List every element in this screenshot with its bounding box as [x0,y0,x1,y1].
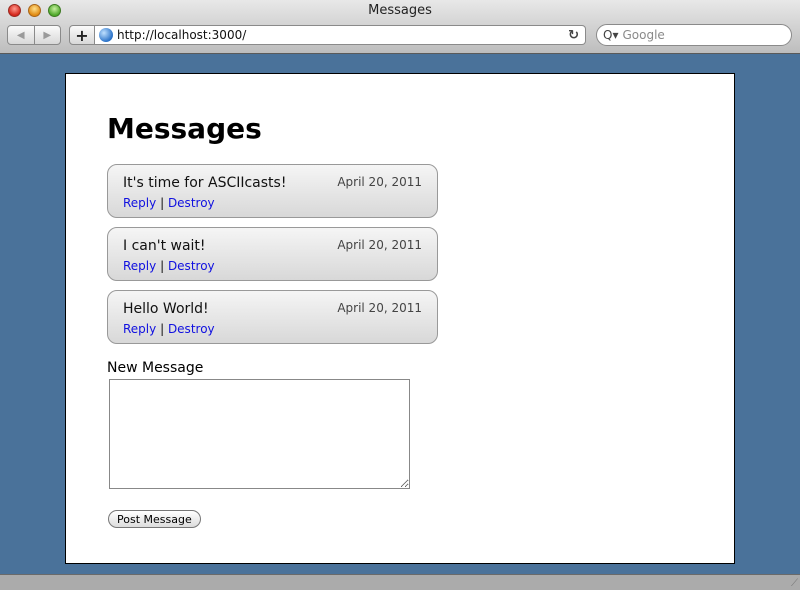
message-item: Hello World! April 20, 2011 Reply | Dest… [107,290,438,344]
back-button[interactable]: ◀ [8,26,35,44]
reload-icon[interactable]: ↻ [568,28,579,43]
message-actions: Reply | Destroy [123,259,215,273]
message-content: It's time for ASCIIcasts! [123,175,287,191]
add-bookmark-button[interactable]: + [69,25,95,45]
reply-link[interactable]: Reply [123,196,156,210]
search-field[interactable]: Q▾ Google [596,24,792,46]
page-content: Messages It's time for ASCIIcasts! April… [65,73,735,564]
new-message-textarea[interactable] [109,379,410,489]
destroy-link[interactable]: Destroy [168,322,215,336]
window-title: Messages [368,3,432,18]
browser-titlebar: Messages ◀ ▶ + http://localhost:3000/ ↻ … [0,0,800,54]
reply-link[interactable]: Reply [123,259,156,273]
new-message-label: New Message [107,360,204,376]
message-date: April 20, 2011 [337,301,422,315]
url-input[interactable]: http://localhost:3000/ [117,28,568,42]
address-bar[interactable]: http://localhost:3000/ ↻ [95,25,586,45]
message-date: April 20, 2011 [337,238,422,252]
nav-buttons: ◀ ▶ [7,25,61,45]
message-item: It's time for ASCIIcasts! April 20, 2011… [107,164,438,218]
separator: | [160,322,165,336]
separator: | [160,259,165,273]
destroy-link[interactable]: Destroy [168,259,215,273]
back-icon: ◀ [16,29,25,41]
reply-link[interactable]: Reply [123,322,156,336]
separator: | [160,196,165,210]
destroy-link[interactable]: Destroy [168,196,215,210]
forward-button[interactable]: ▶ [35,26,61,44]
forward-icon: ▶ [43,29,52,41]
resize-grip-icon[interactable]: ⟋ [791,578,798,589]
message-content: I can't wait! [123,238,206,254]
search-icon[interactable]: Q▾ [603,28,618,42]
search-placeholder: Google [622,28,665,42]
message-actions: Reply | Destroy [123,322,215,336]
message-date: April 20, 2011 [337,175,422,189]
globe-icon [99,28,113,42]
message-content: Hello World! [123,301,209,317]
message-item: I can't wait! April 20, 2011 Reply | Des… [107,227,438,281]
status-bar: ⟋ [0,574,800,590]
plus-icon: + [75,25,89,45]
page-title: Messages [107,112,262,145]
message-actions: Reply | Destroy [123,196,215,210]
post-message-button[interactable]: Post Message [108,510,201,528]
